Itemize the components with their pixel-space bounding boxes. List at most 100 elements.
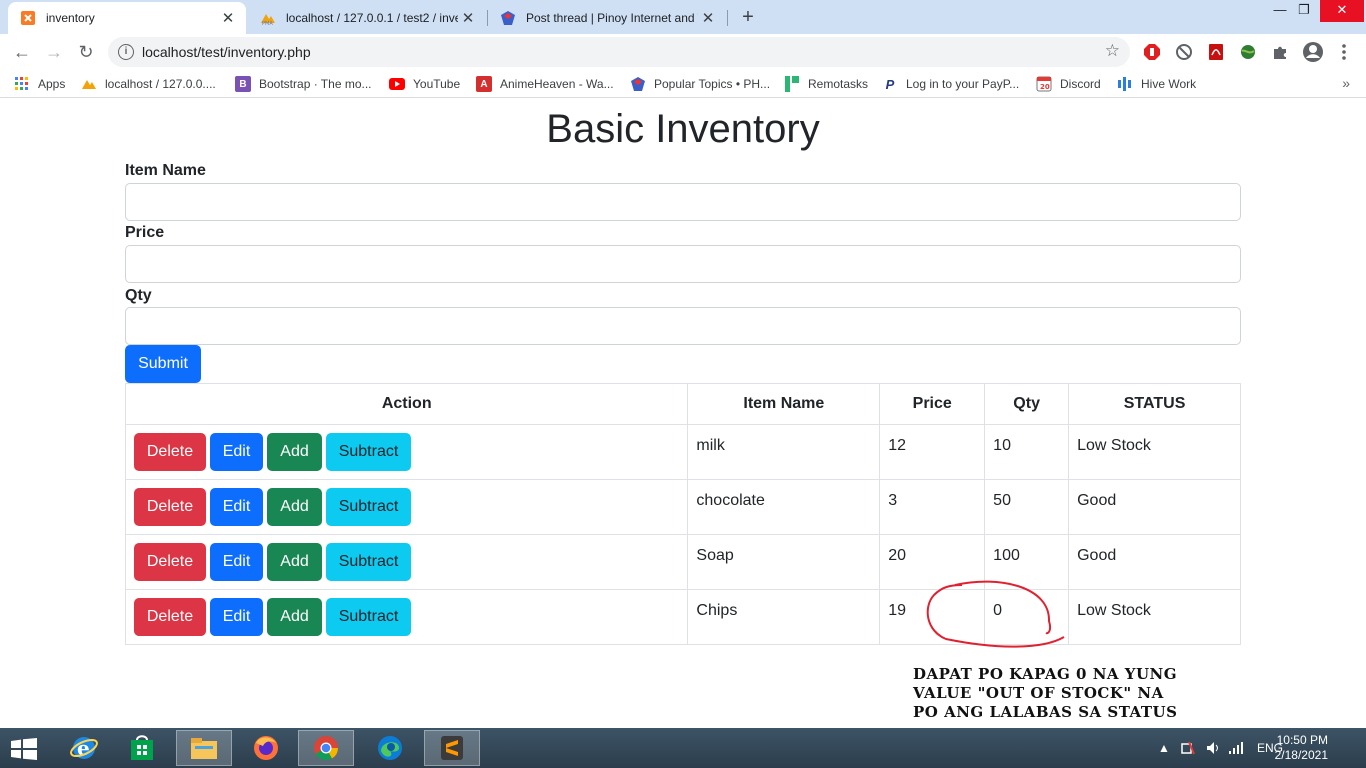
forward-icon[interactable]: → xyxy=(42,40,66,64)
cell-status: Low Stock xyxy=(1068,589,1241,645)
item-name-input[interactable] xyxy=(125,183,1241,221)
tab-title: inventory xyxy=(46,11,95,25)
signal-icon[interactable] xyxy=(1228,728,1244,768)
chrome-icon[interactable] xyxy=(298,730,354,766)
cell-qty: 0 xyxy=(984,589,1070,645)
system-clock[interactable]: 10:50 PM 2/18/2021 xyxy=(1275,733,1328,763)
back-icon[interactable]: ← xyxy=(10,40,34,64)
cell-price: 20 xyxy=(879,534,986,590)
submit-button[interactable]: Submit xyxy=(125,345,201,383)
globe-extension-icon[interactable] xyxy=(1238,42,1258,62)
bookmark-phpmyadmin[interactable]: localhost / 127.0.0.... xyxy=(81,75,216,93)
bookmark-popular-topics[interactable]: Popular Topics • PH... xyxy=(630,75,770,93)
delete-button[interactable]: Delete xyxy=(134,433,206,471)
tab-inventory[interactable]: inventory ✕ xyxy=(8,2,246,34)
annotation-line: value "out of stock" na xyxy=(913,684,1164,702)
youtube-icon xyxy=(389,76,405,92)
forum-icon xyxy=(630,76,646,92)
delete-button[interactable]: Delete xyxy=(134,488,206,526)
cell-status: Good xyxy=(1068,534,1241,590)
sublime-text-icon[interactable] xyxy=(424,730,480,766)
delete-button[interactable]: Delete xyxy=(134,598,206,636)
subtract-button[interactable]: Subtract xyxy=(326,433,411,471)
hive-icon xyxy=(1117,76,1133,92)
bookmarks-overflow-button[interactable]: » xyxy=(1342,75,1350,91)
cell-status: Good xyxy=(1068,479,1241,535)
bookmark-label: Log in to your PayP... xyxy=(906,77,1020,91)
extensions-puzzle-icon[interactable] xyxy=(1270,42,1290,62)
qty-label: Qty xyxy=(125,287,152,304)
bookmark-discord[interactable]: 20 Discord xyxy=(1036,75,1101,93)
network-icon[interactable] xyxy=(1180,728,1196,768)
url-text[interactable]: localhost/test/inventory.php xyxy=(142,44,311,60)
table-header-row: Action Item Name Price Qty STATUS xyxy=(124,383,1241,425)
file-explorer-icon[interactable] xyxy=(176,730,232,766)
phpmyadmin-icon xyxy=(81,76,97,92)
bookmark-label: Hive Work xyxy=(1141,77,1197,91)
add-button[interactable]: Add xyxy=(267,598,322,636)
close-tab-icon[interactable]: ✕ xyxy=(218,9,238,27)
site-info-icon[interactable]: i xyxy=(118,44,134,60)
qty-input[interactable] xyxy=(125,307,1241,345)
bookmark-label: AnimeHeaven - Wa... xyxy=(500,77,614,91)
tab-title: localhost / 127.0.0.1 / test2 / inve xyxy=(286,11,458,25)
subtract-button[interactable]: Subtract xyxy=(326,598,411,636)
bookmark-star-icon[interactable]: ☆ xyxy=(1105,41,1120,61)
edit-button[interactable]: Edit xyxy=(210,433,263,471)
show-hidden-icons-icon[interactable]: ▲ xyxy=(1158,728,1170,768)
delete-button[interactable]: Delete xyxy=(134,543,206,581)
bookmark-youtube[interactable]: YouTube xyxy=(389,75,460,93)
block-icon[interactable] xyxy=(1174,42,1194,62)
bookmark-paypal[interactable]: P Log in to your PayP... xyxy=(882,75,1020,93)
bookmark-remotasks[interactable]: Remotasks xyxy=(784,75,868,93)
restore-icon[interactable]: ❐ xyxy=(1290,0,1318,22)
subtract-button[interactable]: Subtract xyxy=(326,488,411,526)
close-tab-icon[interactable]: ✕ xyxy=(458,9,478,27)
tab-pinoy-forum[interactable]: Post thread | Pinoy Internet and T ✕ xyxy=(488,2,726,34)
adblock-icon[interactable] xyxy=(1142,42,1162,62)
cell-item-name: milk xyxy=(687,424,881,480)
edit-button[interactable]: Edit xyxy=(210,488,263,526)
firefox-icon[interactable] xyxy=(238,730,294,766)
bookmark-hive-work[interactable]: Hive Work xyxy=(1117,75,1196,93)
add-button[interactable]: Add xyxy=(267,433,322,471)
store-icon[interactable] xyxy=(114,730,170,766)
edit-button[interactable]: Edit xyxy=(210,543,263,581)
windows-start-icon[interactable] xyxy=(8,736,40,762)
pdf-icon[interactable] xyxy=(1206,42,1226,62)
browser-toolbar: ← → ↻ i localhost/test/inventory.php ☆ xyxy=(0,34,1366,70)
bookmark-apps[interactable]: Apps xyxy=(14,75,65,93)
inventory-table: Action Item Name Price Qty STATUS Delete… xyxy=(124,383,1241,645)
bookmark-label: Discord xyxy=(1060,77,1101,91)
row-actions: Delete Edit Add Subtract xyxy=(124,589,689,645)
edit-button[interactable]: Edit xyxy=(210,598,263,636)
internet-explorer-icon[interactable]: e xyxy=(56,730,112,766)
cell-qty: 100 xyxy=(984,534,1070,590)
menu-kebab-icon[interactable] xyxy=(1334,42,1354,62)
add-button[interactable]: Add xyxy=(267,488,322,526)
table-row: Delete Edit Add Subtract chocolate 3 50 Goo… xyxy=(124,479,1241,535)
window-close-icon[interactable]: ✕ xyxy=(1320,0,1364,22)
annotation-line: Dapat po kapag 0 na yung xyxy=(913,665,1178,683)
tab-phpmyadmin[interactable]: PMA localhost / 127.0.0.1 / test2 / inve… xyxy=(248,2,486,34)
clock-time: 10:50 PM xyxy=(1276,733,1328,747)
edge-icon[interactable] xyxy=(362,730,418,766)
cell-item-name: Chips xyxy=(687,589,881,645)
volume-icon[interactable] xyxy=(1205,728,1221,768)
reload-icon[interactable]: ↻ xyxy=(74,40,98,64)
item-name-label: Item Name xyxy=(125,162,206,179)
profile-avatar-icon[interactable] xyxy=(1302,41,1324,63)
bookmark-bootstrap[interactable]: B Bootstrap · The mo... xyxy=(235,75,372,93)
subtract-button[interactable]: Subtract xyxy=(326,543,411,581)
cell-status: Low Stock xyxy=(1068,424,1241,480)
close-tab-icon[interactable]: ✕ xyxy=(698,9,718,27)
price-input[interactable] xyxy=(125,245,1241,283)
bookmark-animeheaven[interactable]: A AnimeHeaven - Wa... xyxy=(476,75,614,93)
new-tab-button[interactable]: + xyxy=(737,6,759,28)
windows-taskbar: e ▲ ENG 10:50 PM 2/18/2021 xyxy=(0,728,1366,768)
row-actions: Delete Edit Add Subtract xyxy=(124,424,689,480)
bookmark-label: localhost / 127.0.0.... xyxy=(105,77,216,91)
header-status: STATUS xyxy=(1068,383,1241,425)
add-button[interactable]: Add xyxy=(267,543,322,581)
address-bar[interactable]: i localhost/test/inventory.php ☆ xyxy=(108,37,1130,67)
